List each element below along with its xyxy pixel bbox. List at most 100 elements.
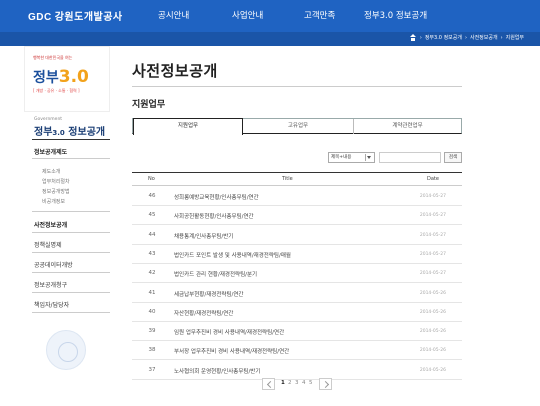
chevron-down-icon bbox=[365, 154, 373, 161]
page-number[interactable]: 1 bbox=[281, 380, 285, 386]
row-date: 2014-05-27 bbox=[419, 232, 446, 238]
section-title: 지원업무 bbox=[132, 100, 166, 110]
row-number: 37 bbox=[148, 366, 156, 373]
table-row[interactable]: 45 사회공헌활동현황/인사총무팀/연간 2014-05-27 bbox=[132, 206, 462, 226]
divider bbox=[32, 139, 110, 140]
row-number: 46 bbox=[148, 193, 156, 199]
sidebar-item-policy-name[interactable]: 정책실명제 bbox=[34, 240, 62, 249]
table-row[interactable]: 40 자산현황/재경전략팀/연간 2014-05-26 bbox=[132, 303, 462, 322]
search-button[interactable]: 검색 bbox=[444, 152, 462, 163]
promo-title: 정부3.0 bbox=[33, 67, 89, 87]
row-title-link[interactable]: 성희롱예방교육현황/인사총무팀/연간 bbox=[174, 193, 259, 201]
nav-item-business[interactable]: 사업안내 bbox=[232, 9, 263, 21]
row-date: 2014-05-26 bbox=[419, 367, 446, 373]
table-row[interactable]: 41 세금납부현황/재경전략팀/연간 2014-05-26 bbox=[132, 284, 462, 303]
next-page-button[interactable] bbox=[319, 378, 332, 390]
row-number: 38 bbox=[148, 347, 156, 354]
divider bbox=[32, 158, 110, 159]
table-row[interactable]: 37 노사협의회 운영현황/인사총무팀/반기 2014-05-26 bbox=[132, 361, 462, 380]
divider bbox=[132, 86, 462, 87]
row-title-link[interactable]: 자산현황/재경전략팀/연간 bbox=[174, 309, 233, 317]
sidebar-title-en: Government bbox=[34, 117, 63, 122]
row-title-link[interactable]: 세금납부현황/재경전략팀/연간 bbox=[174, 290, 244, 298]
row-number: 43 bbox=[148, 250, 156, 257]
tab-contract[interactable]: 계약관련업무 bbox=[354, 119, 461, 134]
table-row[interactable]: 42 법인카드 관리 현황/재경전략팀/분기 2014-05-27 bbox=[132, 264, 462, 284]
row-title-link[interactable]: 채용통계/인사총무팀/반기 bbox=[174, 232, 233, 240]
page-title: 사전정보공개 bbox=[132, 62, 218, 80]
row-date: 2014-05-26 bbox=[419, 329, 446, 335]
category-tabs: 지원업무 고유업무 계약관련업무 bbox=[132, 118, 462, 135]
home-icon[interactable] bbox=[409, 34, 417, 41]
breadcrumb-current: 지원업무 bbox=[505, 35, 524, 41]
row-title-link[interactable]: 노사협의회 운영현황/인사총무팀/반기 bbox=[174, 367, 260, 375]
sidebar-subitem[interactable]: 제도소개 bbox=[42, 168, 60, 175]
sidebar-title: 정부3.0 정보공개 bbox=[34, 127, 106, 138]
row-date: 2014-05-27 bbox=[419, 213, 446, 219]
row-number: 45 bbox=[148, 212, 156, 219]
row-date: 2014-05-26 bbox=[419, 348, 446, 354]
column-no: No bbox=[148, 176, 155, 182]
table-header: No Title Date bbox=[132, 172, 462, 186]
gov30-promo-banner: 행복한 대한민국을 여는 정부3.0 [ 개방 · 공유 · 소통 · 협력 ] bbox=[24, 46, 110, 112]
row-number: 41 bbox=[148, 289, 156, 296]
table-row[interactable]: 46 성희롱예방교육현황/인사총무팀/연간 2014-05-27 bbox=[132, 187, 462, 206]
table-row[interactable]: 44 채용통계/인사총무팀/반기 2014-05-27 bbox=[132, 226, 462, 245]
sidebar-item-pre-disclosure[interactable]: 사전정보공개 bbox=[34, 220, 67, 229]
row-number: 39 bbox=[148, 328, 156, 335]
sidebar-subitem[interactable]: 비공개정보 bbox=[42, 198, 65, 205]
divider bbox=[32, 312, 110, 313]
prev-page-button[interactable] bbox=[262, 378, 275, 390]
promo-tags: [ 개방 · 공유 · 소통 · 협력 ] bbox=[33, 88, 80, 93]
divider bbox=[32, 252, 110, 253]
search-input[interactable] bbox=[379, 152, 441, 163]
nav-item-customer[interactable]: 고객만족 bbox=[304, 9, 335, 21]
table-row[interactable]: 43 법인카드 포인트 발생 및 사용내역/재경전략팀/매월 2014-05-27 bbox=[132, 245, 462, 264]
row-date: 2014-05-27 bbox=[419, 271, 446, 277]
search-type-select[interactable]: 제목+내용 bbox=[328, 152, 375, 163]
page-number[interactable]: 3 bbox=[295, 380, 299, 386]
row-date: 2014-05-26 bbox=[419, 309, 446, 315]
table-row[interactable]: 39 임원 업무추진비 경비 사용내역/재경전략팀/연간 2014-05-26 bbox=[132, 322, 462, 342]
sidebar-item-manager[interactable]: 책임자/담당자 bbox=[34, 300, 69, 309]
page-number[interactable]: 2 bbox=[288, 380, 292, 386]
row-date: 2014-05-26 bbox=[419, 290, 446, 296]
sidebar-item-request[interactable]: 정보공개청구 bbox=[34, 280, 67, 289]
promo-slogan: 행복한 대한민국을 여는 bbox=[33, 55, 73, 60]
sidebar-subitem[interactable]: 업무처리절차 bbox=[42, 178, 70, 185]
sidebar-subitem[interactable]: 정보공개방법 bbox=[42, 188, 70, 195]
breadcrumb-bar: › 정부3.0 정보공개 › 사전정보공개 › 지원업무 bbox=[0, 32, 540, 46]
sidebar-item-open-data[interactable]: 공공데이터개방 bbox=[34, 260, 73, 269]
row-number: 42 bbox=[148, 270, 156, 277]
divider bbox=[32, 292, 110, 293]
top-navigation-bar: GDC 강원도개발공사 공시안내 사업안내 고객만족 정부3.0 정보공개 bbox=[0, 0, 540, 32]
column-title: Title bbox=[282, 176, 293, 182]
global-nav: 공시안내 사업안내 고객만족 정부3.0 정보공개 bbox=[0, 9, 540, 23]
row-number: 40 bbox=[148, 308, 156, 315]
page-number[interactable]: 4 bbox=[302, 380, 306, 386]
row-title-link[interactable]: 부서장 업무추진비 경비 사용내역/재경전략팀/연간 bbox=[174, 347, 289, 355]
row-number: 44 bbox=[148, 231, 156, 238]
row-title-link[interactable]: 법인카드 관리 현황/재경전략팀/분기 bbox=[174, 270, 257, 278]
breadcrumb-item[interactable]: 정부3.0 정보공개 bbox=[425, 34, 462, 41]
divider bbox=[32, 272, 110, 273]
emblem-icon bbox=[46, 330, 86, 370]
divider bbox=[32, 211, 110, 212]
sidebar: 행복한 대한민국을 여는 정부3.0 [ 개방 · 공유 · 소통 · 협력 ]… bbox=[24, 46, 110, 406]
sidebar-item-disclosure-system[interactable]: 정보공개제도 bbox=[34, 147, 67, 156]
tab-core[interactable]: 고유업무 bbox=[243, 119, 353, 134]
page-number[interactable]: 5 bbox=[309, 380, 313, 386]
row-title-link[interactable]: 법인카드 포인트 발생 및 사용내역/재경전략팀/매월 bbox=[174, 251, 291, 259]
breadcrumb-item[interactable]: 사전정보공개 bbox=[470, 34, 498, 41]
row-title-link[interactable]: 임원 업무추진비 경비 사용내역/재경전략팀/연간 bbox=[174, 328, 284, 336]
divider bbox=[32, 232, 110, 233]
nav-item-disclosure[interactable]: 공시안내 bbox=[158, 9, 189, 21]
row-date: 2014-05-27 bbox=[419, 194, 446, 199]
row-title-link[interactable]: 사회공헌활동현황/인사총무팀/연간 bbox=[174, 212, 254, 220]
column-date: Date bbox=[427, 176, 439, 182]
table-row[interactable]: 38 부서장 업무추진비 경비 사용내역/재경전략팀/연간 2014-05-26 bbox=[132, 341, 462, 361]
row-date: 2014-05-27 bbox=[419, 251, 446, 257]
nav-item-gov30[interactable]: 정부3.0 정보공개 bbox=[364, 9, 427, 21]
breadcrumb: › 정부3.0 정보공개 › 사전정보공개 › 지원업무 bbox=[409, 34, 524, 41]
tab-support[interactable]: 지원업무 bbox=[133, 118, 243, 135]
